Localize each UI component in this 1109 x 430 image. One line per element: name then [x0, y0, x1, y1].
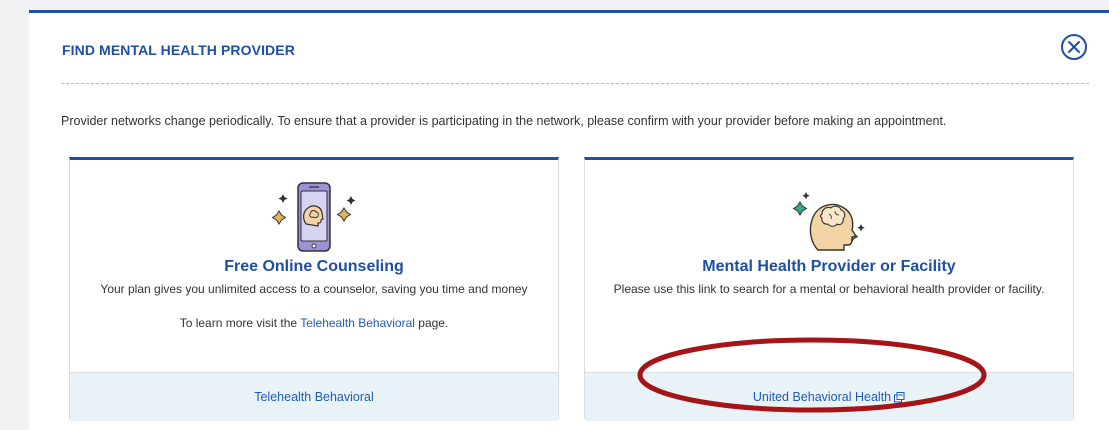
- title-divider: [61, 83, 1089, 84]
- network-notice: Provider networks change periodically. T…: [61, 114, 947, 128]
- card-mental-health-provider: Mental Health Provider or Facility Pleas…: [584, 157, 1074, 421]
- card-title: Mental Health Provider or Facility: [702, 258, 956, 275]
- learn-more-prefix: To learn more visit the: [179, 316, 301, 330]
- close-icon: [1068, 41, 1080, 53]
- telehealth-behavioral-link[interactable]: Telehealth Behavioral: [254, 390, 374, 404]
- learn-more-text: To learn more visit the Telehealth Behav…: [70, 316, 558, 330]
- telehealth-inline-link[interactable]: Telehealth Behavioral: [300, 316, 415, 330]
- card-description: Your plan gives you unlimited access to …: [100, 282, 528, 296]
- find-provider-modal: FIND MENTAL HEALTH PROVIDER Provider net…: [29, 10, 1109, 430]
- card-free-online-counseling: Free Online Counseling Your plan gives y…: [69, 157, 559, 421]
- external-link-icon: [894, 392, 905, 403]
- card-footer: United Behavioral Health: [585, 372, 1073, 421]
- modal-title: FIND MENTAL HEALTH PROVIDER: [62, 42, 295, 58]
- card-description: Please use this link to search for a men…: [613, 282, 1045, 296]
- phone-brain-icon: [269, 180, 359, 261]
- card-footer: Telehealth Behavioral: [70, 372, 558, 421]
- learn-more-suffix: page.: [414, 316, 449, 330]
- card-title: Free Online Counseling: [224, 258, 404, 275]
- united-behavioral-health-label: United Behavioral Health: [752, 390, 892, 404]
- head-brain-icon: [784, 180, 874, 261]
- united-behavioral-health-link[interactable]: United Behavioral Health: [753, 390, 905, 404]
- close-button[interactable]: [1061, 34, 1087, 60]
- page-background: [0, 0, 29, 416]
